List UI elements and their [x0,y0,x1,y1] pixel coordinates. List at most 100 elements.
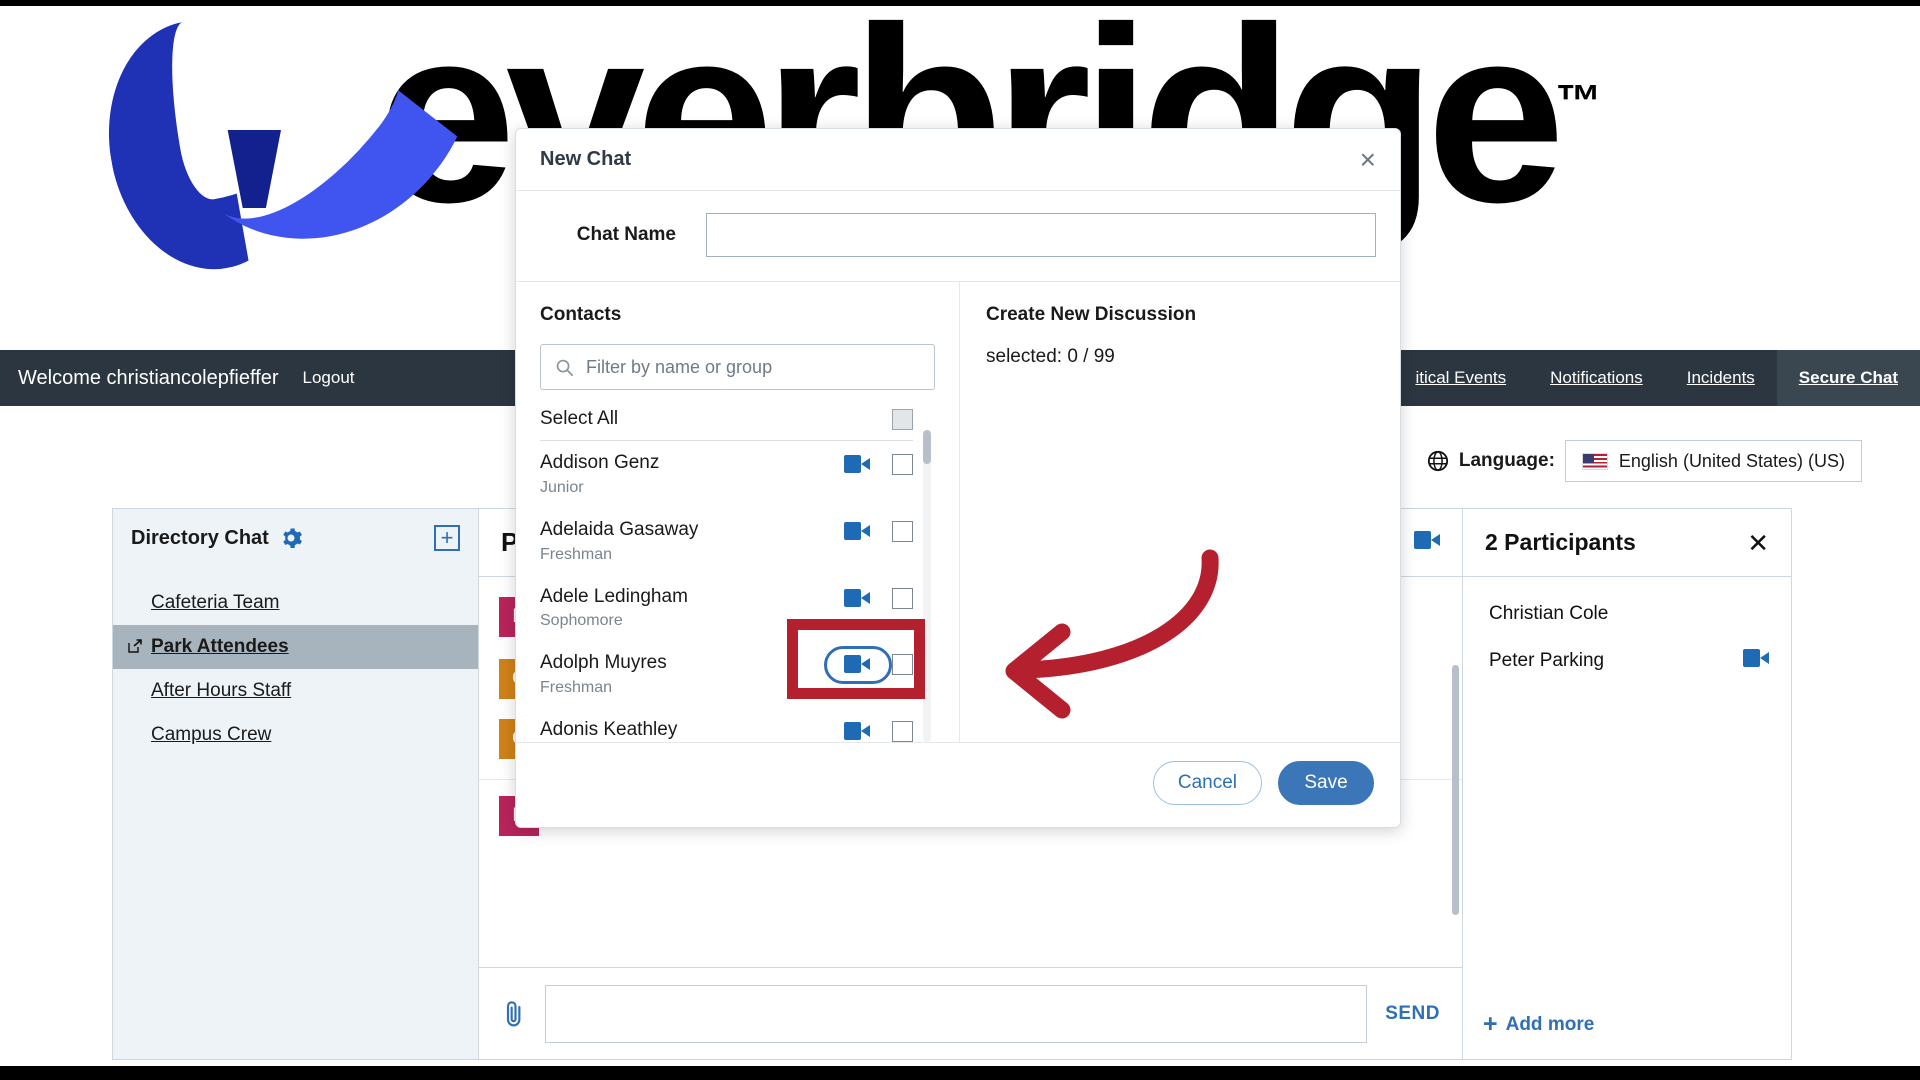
letterbox-bottom [0,1066,1920,1080]
sidebar-item-label: After Hours Staff [151,680,292,701]
video-camera-icon [844,521,870,540]
participant-item[interactable]: Peter Parking [1463,637,1791,685]
modal-columns: Contacts Select All Addison [516,282,1400,742]
video-camera-icon [844,722,870,741]
participant-video-button[interactable] [1743,649,1769,673]
thread-video-call-button[interactable] [1414,531,1440,554]
contact-name: Adelaida Gasaway [540,518,699,540]
nav-link-critical-events[interactable]: itical Events [1393,350,1528,406]
gear-icon[interactable] [279,526,303,550]
sidebar-chat-list: Cafeteria Team Park Attendees After Hour… [113,581,478,757]
contact-row[interactable]: Adelaida Gasaway Freshman [540,508,913,575]
contacts-scrollbar-thumb[interactable] [923,430,931,464]
us-flag-icon [1581,452,1608,470]
external-link-icon [128,639,142,653]
search-input[interactable] [586,356,920,378]
contact-checkbox[interactable] [892,520,913,542]
close-icon[interactable]: × [1360,145,1376,174]
contact-row[interactable]: Addison Genz Junior [540,441,913,508]
new-chat-button[interactable]: + [434,525,460,551]
add-more-button[interactable]: + Add more [1463,1012,1791,1059]
contact-row[interactable]: Adolph Muyres Freshman [540,641,913,708]
message-composer: SEND [479,967,1462,1059]
contact-video-button[interactable] [844,521,870,545]
save-button[interactable]: Save [1278,761,1374,805]
contact-name: Adolph Muyres [540,652,667,674]
contact-filter-box [540,344,935,390]
video-camera-icon [1743,649,1769,667]
sidebar-item-after-hours-staff[interactable]: After Hours Staff [113,669,478,713]
message-input[interactable] [545,984,1368,1043]
contact-name: Addison Genz [540,452,660,473]
select-all-checkbox[interactable] [892,408,913,430]
contacts-list: Select All Addison Genz Junior Adelaida … [540,408,935,742]
nav-link-notifications[interactable]: Notifications [1528,350,1665,406]
contact-checkbox[interactable] [892,587,913,609]
chat-sidebar: Directory Chat + Cafeteria Team Park Att… [113,509,479,1059]
language-select[interactable]: English (United States) (US) [1564,440,1862,482]
contact-name: Adonis Keathley [540,719,678,741]
cancel-button[interactable]: Cancel [1152,761,1262,805]
app-root: everbridge™ Welcome christiancolepfieffe… [0,0,1920,1080]
discussion-header: Create New Discussion [986,304,1197,325]
contact-video-button[interactable] [844,722,870,742]
sidebar-item-label: Park Attendees [151,636,289,657]
participants-header: 2 Participants ✕ [1463,509,1791,577]
globe-icon [1427,450,1448,472]
modal-header: New Chat × [516,129,1400,191]
add-more-label: Add more [1505,1013,1595,1035]
modal-title: New Chat [540,148,632,170]
logout-link[interactable]: Logout [303,368,355,388]
participants-list: Christian Cole Peter Parking [1463,577,1791,1012]
paperclip-icon[interactable] [501,999,527,1029]
nav-link-incidents[interactable]: Incidents [1665,350,1777,406]
contacts-column: Contacts Select All Addison [516,282,960,742]
nav-links: itical Events Notifications Incidents Se… [1393,350,1920,406]
discussion-column: Create New Discussion selected: 0 / 99 [960,282,1400,742]
new-chat-modal: New Chat × Chat Name Contacts Sele [515,128,1401,828]
participant-name: Christian Cole [1489,603,1609,624]
plus-icon: + [1483,1010,1498,1038]
chat-name-label: Chat Name [576,224,676,245]
letterbox-top [0,0,1920,6]
participant-item[interactable]: Christian Cole [1463,591,1791,637]
contact-video-button-focused[interactable] [824,646,892,685]
select-all-label: Select All [540,408,619,429]
sidebar-item-campus-crew[interactable]: Campus Crew [113,713,478,757]
nav-link-secure-chat[interactable]: Secure Chat [1776,350,1920,406]
contact-role: Junior [540,478,584,496]
contact-role: Freshman [540,679,613,697]
search-icon [556,359,573,376]
contact-name: Adele Ledingham [540,585,688,607]
video-camera-icon [1414,531,1440,549]
language-selector-row: Language: English (United States) (US) [1427,440,1862,482]
chat-name-input[interactable] [706,213,1376,257]
sidebar-header: Directory Chat + [113,509,478,563]
selected-count: selected: 0 / 99 [986,346,1115,367]
send-button[interactable]: SEND [1385,1003,1440,1025]
contact-row[interactable]: Adonis Keathley Junior [540,708,913,742]
modal-footer: Cancel Save [516,742,1400,827]
contact-video-button[interactable] [844,455,870,478]
sidebar-item-label: Cafeteria Team [151,592,280,613]
video-camera-icon [844,455,870,473]
contact-checkbox[interactable] [892,654,913,676]
video-camera-icon [844,655,870,674]
contact-checkbox[interactable] [892,721,913,742]
thread-scrollbar[interactable] [1452,665,1459,915]
contact-video-button[interactable] [844,588,870,612]
sidebar-item-cafeteria-team[interactable]: Cafeteria Team [113,581,478,625]
trademark-symbol: ™ [1555,74,1602,127]
contact-row[interactable]: Adele Ledingham Sophomore [540,575,913,642]
sidebar-item-park-attendees[interactable]: Park Attendees [113,625,478,669]
sidebar-item-label: Campus Crew [151,724,272,745]
close-icon[interactable]: ✕ [1747,530,1769,556]
contacts-scrollbar-track [923,430,931,742]
chat-name-row: Chat Name [516,191,1400,282]
select-all-row[interactable]: Select All [540,408,913,441]
checkmark-logo-icon [105,8,385,208]
video-camera-icon [844,588,870,607]
contact-checkbox[interactable] [892,454,913,475]
participants-panel: 2 Participants ✕ Christian Cole Peter Pa… [1463,509,1791,1059]
participants-title: 2 Participants [1485,529,1636,555]
